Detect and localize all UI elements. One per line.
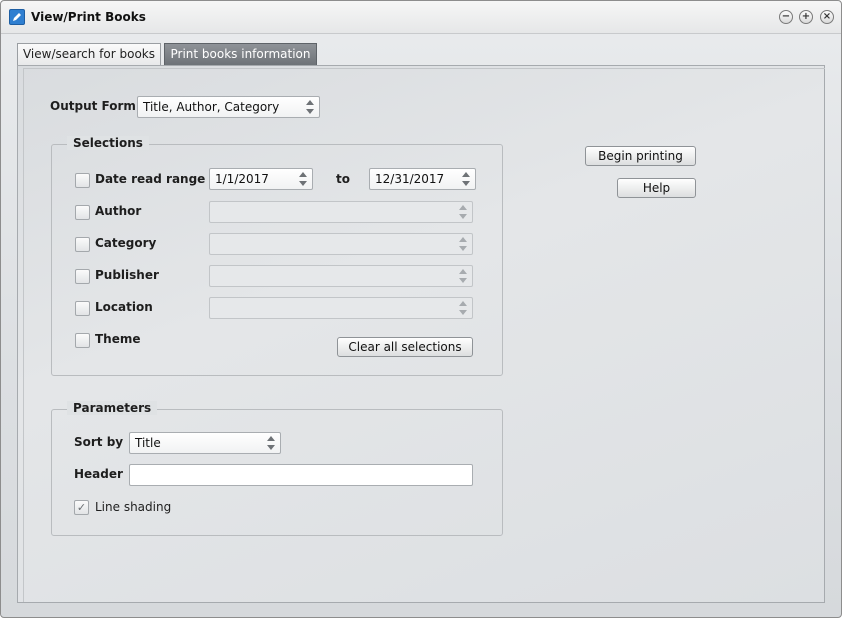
- clear-all-selections-button[interactable]: Clear all selections: [337, 337, 473, 357]
- date-read-range-label: Date read range: [95, 172, 206, 186]
- date-from-field[interactable]: 1/1/2017: [209, 168, 313, 190]
- main-window: View/Print Books − + × View/search for b…: [0, 0, 842, 618]
- selections-legend: Selections: [67, 136, 149, 150]
- location-checkbox[interactable]: [75, 301, 90, 316]
- output-form-value: Title, Author, Category: [143, 100, 280, 114]
- sort-by-label: Sort by: [74, 435, 124, 449]
- header-input[interactable]: [129, 464, 473, 486]
- location-label: Location: [95, 300, 153, 314]
- author-select[interactable]: [209, 201, 473, 223]
- sort-by-value: Title: [135, 436, 161, 450]
- spinner-arrows-icon[interactable]: [461, 172, 471, 186]
- help-button[interactable]: Help: [617, 178, 696, 198]
- spinner-arrows-icon: [458, 237, 468, 251]
- spinner-arrows-icon: [305, 100, 315, 114]
- location-select[interactable]: [209, 297, 473, 319]
- publisher-label: Publisher: [95, 268, 159, 282]
- author-label: Author: [95, 204, 142, 218]
- spinner-arrows-icon: [458, 205, 468, 219]
- author-checkbox[interactable]: [75, 205, 90, 220]
- theme-checkbox[interactable]: [75, 333, 90, 348]
- date-to-value: 12/31/2017: [375, 172, 445, 186]
- sort-by-select[interactable]: Title: [129, 432, 281, 454]
- output-form-select[interactable]: Title, Author, Category: [137, 96, 320, 118]
- line-shading-checkbox[interactable]: ✓: [74, 500, 89, 515]
- header-label: Header: [74, 467, 123, 481]
- begin-printing-button[interactable]: Begin printing: [585, 146, 696, 166]
- minimize-button[interactable]: −: [779, 10, 793, 24]
- date-read-range-checkbox[interactable]: [75, 173, 90, 188]
- line-shading-label: Line shading: [95, 500, 172, 514]
- spinner-arrows-icon: [458, 269, 468, 283]
- tab-view-search[interactable]: View/search for books: [17, 43, 161, 65]
- date-to-field[interactable]: 12/31/2017: [369, 168, 476, 190]
- app-pencil-icon: [9, 9, 25, 25]
- tab-print-books[interactable]: Print books information: [164, 43, 317, 65]
- category-label: Category: [95, 236, 157, 250]
- publisher-select[interactable]: [209, 265, 473, 287]
- theme-label: Theme: [95, 332, 141, 346]
- parameters-legend: Parameters: [67, 401, 158, 415]
- publisher-checkbox[interactable]: [75, 269, 90, 284]
- close-button[interactable]: ×: [820, 10, 834, 24]
- spinner-arrows-icon[interactable]: [298, 172, 308, 186]
- output-form-label: Output Form: [50, 99, 136, 113]
- spinner-arrows-icon: [458, 301, 468, 315]
- maximize-button[interactable]: +: [799, 10, 813, 24]
- spinner-arrows-icon: [266, 436, 276, 450]
- category-checkbox[interactable]: [75, 237, 90, 252]
- window-title: View/Print Books: [31, 10, 146, 24]
- category-select[interactable]: [209, 233, 473, 255]
- title-bar[interactable]: View/Print Books − + ×: [1, 1, 841, 34]
- date-to-label: to: [336, 172, 350, 186]
- date-from-value: 1/1/2017: [215, 172, 269, 186]
